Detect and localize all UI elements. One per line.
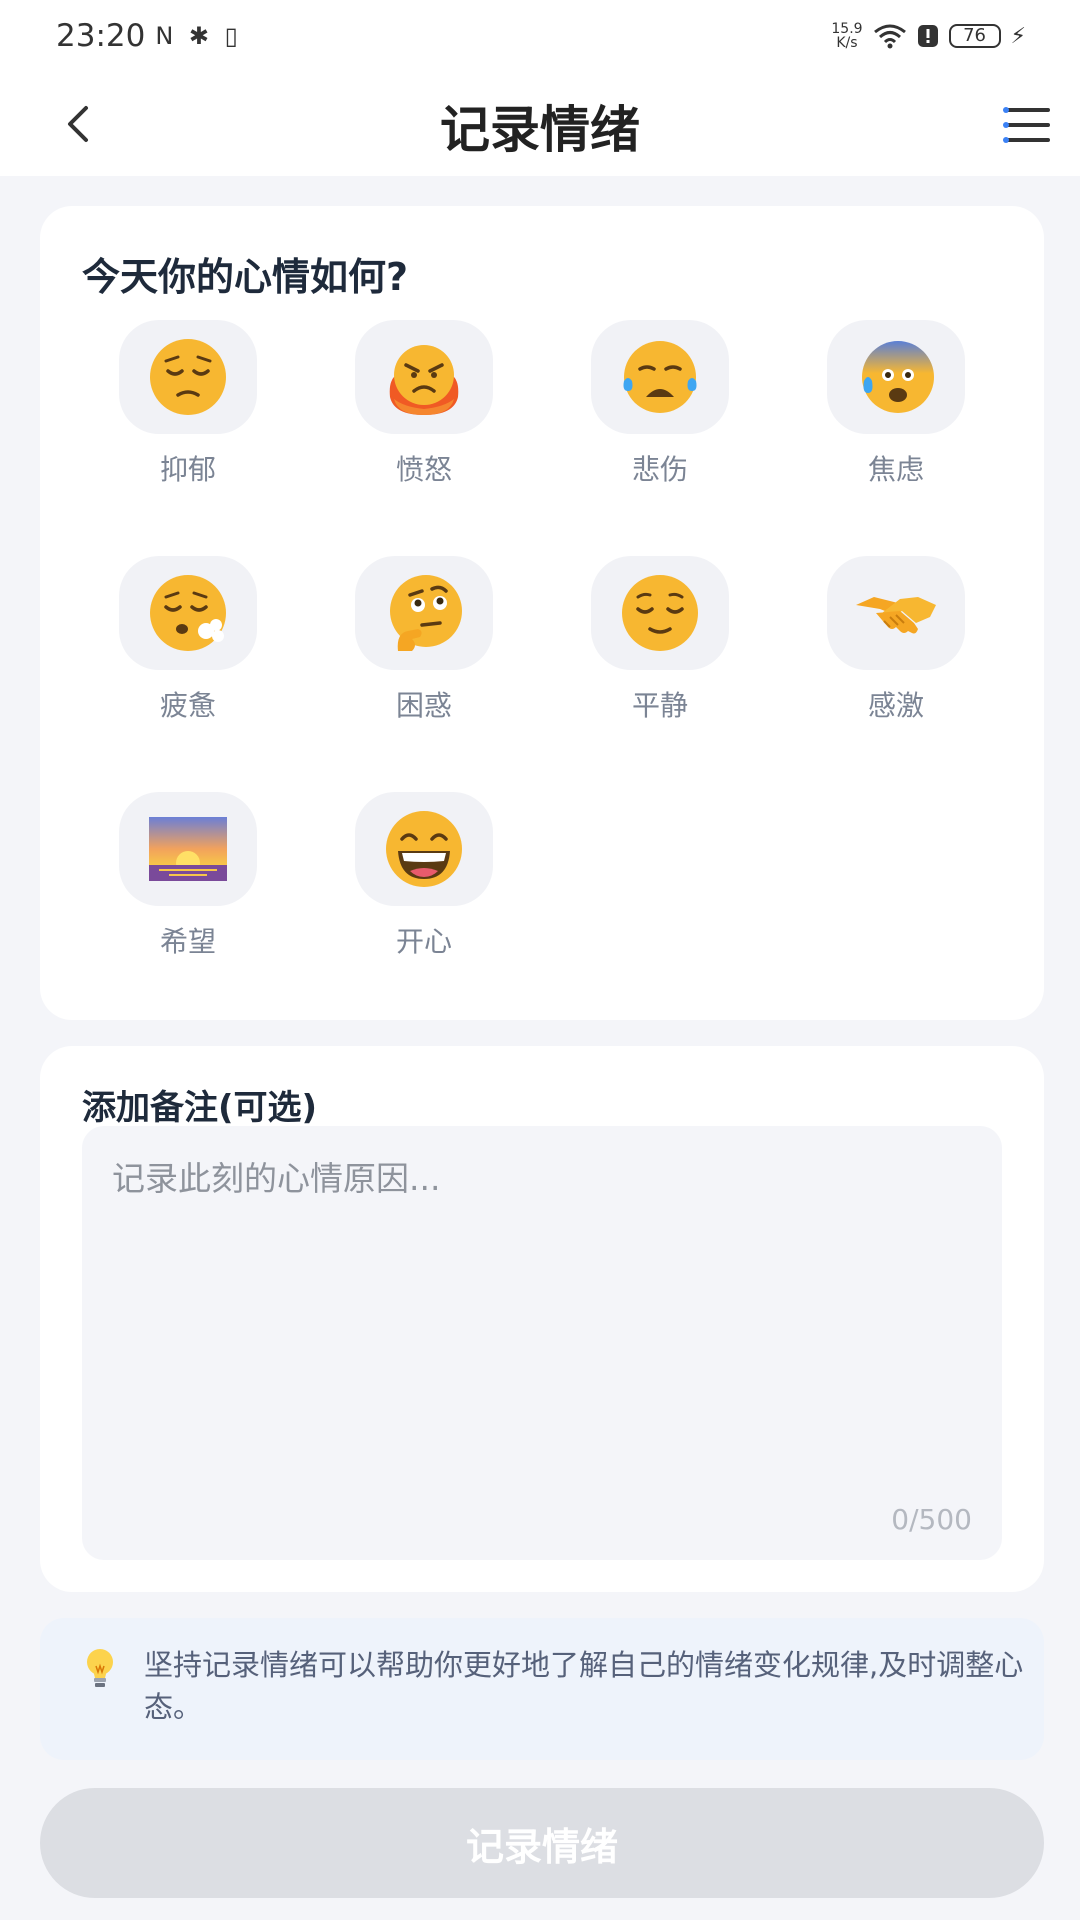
mood-option-calm[interactable]: 平静 [590,556,730,736]
mood-option-confused[interactable]: 困惑 [354,556,494,736]
note-placeholder: 记录此刻的心情原因... [112,1159,441,1198]
status-right: 15.9 K/s 76 ⚡ [831,22,1026,50]
app-header: 记录情绪 [0,72,1080,176]
thinking-face-icon [390,575,462,651]
status-time: 23:20 [56,18,146,54]
mood-label: 焦虑 [867,453,924,486]
anxious-sweat-face-icon [862,341,934,413]
menu-icon [1003,107,1050,143]
mood-label: 开心 [395,925,452,958]
mood-card: 今天你的心情如何? 抑郁 愤怒 悲伤 焦虑 疲惫 困惑 平静 感激 希望 开心 [40,206,1044,1020]
record-emotion-button[interactable]: 记录情绪 [40,1788,1044,1898]
status-left: 23:20 N ✱ ▯ [56,18,242,54]
battery-indicator: 76 [948,24,1001,48]
mood-bubble [827,556,965,670]
mood-bubble [827,320,965,434]
net-speed-value: 15.9 [831,21,863,37]
mood-label: 愤怒 [395,453,452,486]
mood-bubble [355,556,493,670]
charging-icon: ⚡ [1010,23,1026,49]
mood-question: 今天你的心情如何? [82,255,409,299]
wifi-icon [873,24,906,49]
sunrise-icon [149,817,227,881]
mood-label: 疲惫 [159,689,216,722]
mood-label: 平静 [631,689,688,722]
grinning-face-icon [386,811,462,887]
mood-label: 感激 [867,689,924,722]
note-title: 添加备注(可选) [82,1088,318,1128]
mood-option-anxious[interactable]: 焦虑 [826,320,966,500]
mood-label: 希望 [159,925,216,958]
mood-bubble [119,320,257,434]
character-counter: 0/500 [891,1503,972,1536]
note-textarea[interactable]: 记录此刻的心情原因... 0/500 [82,1126,1002,1560]
mood-option-grateful[interactable]: 感激 [826,556,966,736]
mood-option-angry[interactable]: 愤怒 [354,320,494,500]
tip-box: 坚持记录情绪可以帮助你更好地了解自己的情绪变化规律,及时调整心态。 [40,1618,1044,1760]
alert-icon [917,25,938,47]
exhaling-face-icon [150,575,226,651]
crying-face-icon [623,341,697,413]
note-card: 添加备注(可选) 记录此刻的心情原因... 0/500 [40,1046,1044,1592]
mood-option-depressed[interactable]: 抑郁 [118,320,258,500]
angry-fire-face-icon [389,345,459,415]
mood-option-sad[interactable]: 悲伤 [590,320,730,500]
tip-text: 坚持记录情绪可以帮助你更好地了解自己的情绪变化规律,及时调整心态。 [144,1648,1024,1724]
handshake-icon [856,597,936,634]
mood-bubble [591,320,729,434]
mood-option-tired[interactable]: 疲惫 [118,556,258,736]
mood-label: 困惑 [395,689,452,722]
relieved-face-icon [622,575,698,651]
status-bar: 23:20 N ✱ ▯ 15.9 K/s 76 ⚡ [0,0,1080,72]
status-icons: N ✱ ▯ [155,22,242,50]
mood-bubble [355,792,493,906]
net-speed: 15.9 K/s [831,22,862,50]
net-speed-unit: K/s [836,35,858,51]
mood-option-hope[interactable]: 希望 [118,792,258,972]
menu-button[interactable] [1002,102,1052,148]
light-bulb-icon [87,1649,113,1687]
pensive-face-icon [150,339,226,415]
mood-label: 悲伤 [631,453,688,486]
mood-bubble [591,556,729,670]
mood-label: 抑郁 [159,453,216,486]
mood-bubble [119,792,257,906]
mood-option-happy[interactable]: 开心 [354,792,494,972]
mood-bubble [119,556,257,670]
page-title: 记录情绪 [440,101,640,159]
mood-bubble [355,320,493,434]
